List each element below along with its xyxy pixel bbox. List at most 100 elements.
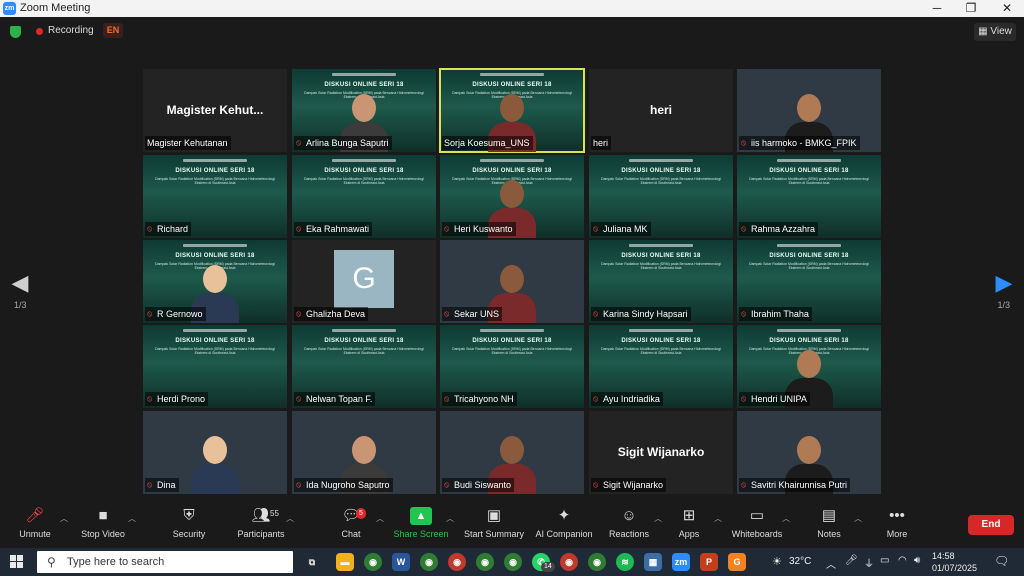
participant-nameplate: ⦸ Nelwan Topan F. [294,392,376,406]
windows-start-icon[interactable] [10,555,24,569]
participant-tile[interactable]: DISKUSI ONLINE SERI 18 Dampak Solar Radia… [292,69,436,152]
ai-sparkle-icon: ✦ [557,507,571,524]
participant-tile[interactable]: DISKUSI ONLINE SERI 18 Dampak Solar Radia… [737,240,881,323]
whiteboards-button[interactable]: ▭ Whiteboards ︿ [722,507,792,539]
close-button[interactable]: ✕ [990,0,1024,17]
slide-title: DISKUSI ONLINE SERI 18 [472,338,552,344]
temperature-label[interactable]: 32°C [789,556,811,567]
participant-tile[interactable]: Sigit Wijanarko ⦸ Sigit Wijanarko [589,411,733,494]
wifi-icon[interactable]: ◠ [898,555,907,566]
share-chevron-icon[interactable]: ︿ [446,513,454,524]
task-view-icon[interactable]: ⧉ [303,553,321,571]
participant-tile[interactable]: ⦸ Dina [143,411,287,494]
chrome-profile-7-icon[interactable]: ◉ [588,553,606,571]
participant-tile[interactable]: DISKUSI ONLINE SERI 18 Dampak Solar Radia… [143,325,287,408]
unmute-button[interactable]: 🎤︎ Unmute ︿ [0,507,70,539]
usb-icon[interactable]: ⏚ [864,555,874,570]
microphone-tray-icon[interactable]: 🎤︎ [845,555,858,566]
notes-button[interactable]: ▤ Notes ︿ [794,507,864,539]
weather-sun-icon[interactable]: ☀ [772,555,782,568]
security-shield-icon[interactable] [10,26,21,38]
ai-companion-button[interactable]: ✦ AI Companion [529,507,599,539]
whiteboards-chevron-icon[interactable]: ︿ [782,513,790,524]
participant-tile[interactable]: DISKUSI ONLINE SERI 18 Dampak Solar Radia… [589,240,733,323]
participant-tile[interactable]: DISKUSI ONLINE SERI 18 Dampak Solar Radia… [589,325,733,408]
participant-tile[interactable]: DISKUSI ONLINE SERI 18 Dampak Solar Radia… [143,240,287,323]
security-button[interactable]: ⛨ Security [154,507,224,539]
spotify-icon[interactable]: ≋ [616,553,634,571]
minimize-button[interactable]: ─ [920,0,954,17]
end-meeting-button[interactable]: End [968,515,1014,535]
muted-microphone-icon: ⦸ [741,224,747,233]
tray-chevron-icon[interactable]: ︿ [826,556,836,571]
photos-icon[interactable]: ▦ [644,553,662,571]
apps-button[interactable]: ⊞ Apps ︿ [654,507,724,539]
chrome-profile-4-icon[interactable]: ◉ [476,553,494,571]
muted-microphone-icon: ⦸ [741,394,747,403]
participant-nameplate: ⦸ Hendri UNIPA [739,392,810,406]
participant-tile[interactable]: DISKUSI ONLINE SERI 18 Dampak Solar Radia… [737,155,881,238]
participant-tile[interactable]: DISKUSI ONLINE SERI 18 Dampak Solar Radia… [589,155,733,238]
notifications-icon[interactable]: 🗨︎ [994,554,1009,568]
word-icon[interactable]: W [392,553,410,571]
recording-label[interactable]: Recording [48,25,94,36]
powerpoint-icon[interactable]: P [700,553,718,571]
taskbar-search-box[interactable]: ⚲ Type here to search [37,551,293,573]
chat-chevron-icon[interactable]: ︿ [376,513,384,524]
chat-button[interactable]: 💬︎ 5 Chat ︿ [316,507,386,539]
muted-microphone-icon: ⦸ [296,138,302,147]
file-explorer-icon[interactable]: ▬ [336,553,354,571]
participant-tile[interactable]: Magister Kehut... Magister Kehutanan [143,69,287,152]
chrome-icon[interactable]: ◉ [364,553,382,571]
participant-tile[interactable]: DISKUSI ONLINE SERI 18 Dampak Solar Radia… [440,325,584,408]
participant-tile[interactable]: ⦸ Budi Siswanto [440,411,584,494]
video-options-chevron-icon[interactable]: ︿ [128,513,136,524]
participant-tile[interactable]: heri heri [589,69,733,152]
language-badge[interactable]: EN [103,23,123,38]
participant-tile[interactable]: ⦸ Sekar UNS [440,240,584,323]
chrome-profile-2-icon[interactable]: ◉ [420,553,438,571]
participant-nameplate: ⦸ Sekar UNS [442,307,503,321]
reactions-label: Reactions [608,529,650,539]
participant-name: Magister Kehutanan [147,138,228,148]
participant-name: Ayu Indriadika [603,394,660,404]
app-g-icon[interactable]: G [728,553,746,571]
participant-tile[interactable]: DISKUSI ONLINE SERI 18 Dampak Solar Radia… [292,325,436,408]
clock-date[interactable]: 01/07/2025 [932,563,977,573]
participant-tile[interactable]: DISKUSI ONLINE SERI 18 Dampak Solar Radia… [439,68,585,153]
maximize-button[interactable]: ❐ [954,0,988,17]
participant-tile[interactable]: ⦸ Ida Nugroho Saputro [292,411,436,494]
muted-microphone-icon: ⦸ [296,309,302,318]
notes-chevron-icon[interactable]: ︿ [854,513,862,524]
muted-microphone-icon: ⦸ [741,309,747,318]
participants-icon: 👥︎ [251,507,271,524]
volume-icon[interactable]: 🔊︎ [914,555,920,566]
participant-tile[interactable]: ⦸ Savitri Khairunnisa Putri [737,411,881,494]
participant-nameplate: ⦸ Savitri Khairunnisa Putri [739,478,851,492]
participant-tile[interactable]: DISKUSI ONLINE SERI 18 Dampak Solar Radia… [292,155,436,238]
chat-label: Chat [341,529,361,539]
apps-chevron-icon[interactable]: ︿ [714,513,722,524]
more-button[interactable]: ••• More [862,507,932,539]
zoom-taskbar-icon[interactable]: zm [672,553,690,571]
view-button[interactable]: ▦ View [974,23,1016,41]
stop-video-button[interactable]: ■ Stop Video ︿ [68,507,138,539]
more-dots-icon: ••• [889,507,905,524]
participant-tile[interactable]: DISKUSI ONLINE SERI 18 Dampak Solar Radia… [440,155,584,238]
participant-tile[interactable]: DISKUSI ONLINE SERI 18 Dampak Solar Radia… [143,155,287,238]
participants-button[interactable]: 👥︎ 55 Participants ︿ [226,507,296,539]
share-screen-button[interactable]: ▲ Share Screen ︿ [386,507,456,539]
share-screen-label: Share Screen [393,529,449,539]
chrome-profile-6-icon[interactable]: ◉ [560,553,578,571]
participant-tile[interactable]: DISKUSI ONLINE SERI 18 Dampak Solar Radia… [737,325,881,408]
chrome-profile-5-icon[interactable]: ◉ [504,553,522,571]
muted-microphone-icon: ⦸ [296,480,302,489]
participants-chevron-icon[interactable]: ︿ [286,513,294,524]
start-summary-button[interactable]: ▣ Start Summary [459,507,529,539]
chrome-profile-3-icon[interactable]: ◉ [448,553,466,571]
battery-icon[interactable]: ▭ [880,555,889,566]
participant-tile[interactable]: G ⦸ Ghalizha Deva [292,240,436,323]
participant-tile[interactable]: ⦸ iis harmoko - BMKG_FPIK [737,69,881,152]
audio-options-chevron-icon[interactable]: ︿ [60,513,68,524]
clock-time[interactable]: 14:58 [932,551,955,561]
